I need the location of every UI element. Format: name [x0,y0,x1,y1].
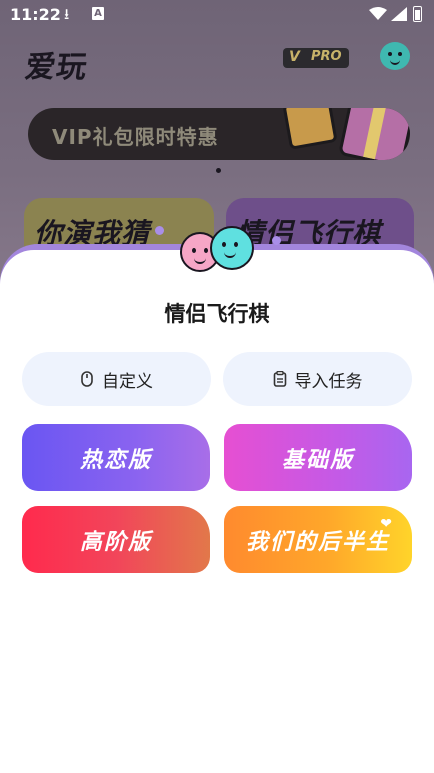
signal-icon [391,7,407,21]
import-tasks-label: 导入任务 [294,371,363,392]
download-icon: ⭳ [64,5,70,23]
battery-icon [413,6,422,22]
vip-banner-text: VIP礼包限时特惠 [52,125,219,149]
mascot-avatar-icon[interactable] [380,42,410,70]
mode-advanced-button[interactable]: 高阶版 [22,506,210,573]
heart-icon: ❤ [380,516,394,532]
notification-icon: A [92,7,104,20]
carousel-indicator [216,168,221,173]
pro-badge-text: PRO [311,49,342,64]
mode-passionate-button[interactable]: 热恋版 [22,424,210,491]
clipboard-icon [273,371,286,387]
customize-button[interactable]: 自定义 [22,352,211,406]
pro-badge[interactable]: V PRO [283,48,349,68]
import-tasks-button[interactable]: 导入任务 [223,352,412,406]
wifi-icon [369,7,387,20]
gift-box-icon [338,108,410,160]
mode-basic-button[interactable]: 基础版 [224,424,412,491]
mode-label: 基础版 [281,447,354,473]
status-time: 11:22 [10,5,61,24]
mouse-icon [81,371,93,387]
blue-mascot-icon [210,226,254,270]
vip-banner[interactable]: VIP礼包限时特惠 [28,108,410,160]
mode-label: 高阶版 [79,529,152,555]
decoration-dot [272,236,281,245]
decoration-dot [155,226,164,235]
sheet-title: 情侣飞行棋 [164,302,270,326]
gift-box-icon [282,108,338,150]
couple-mascot-icon [180,226,256,278]
mode-label: 热恋版 [79,447,152,473]
status-bar: 11:22 ⭳ A [0,0,434,30]
app-title: 爱玩 [23,50,90,85]
mode-rest-of-life-button[interactable]: 我们的后半生 ❤ [224,506,412,573]
customize-label: 自定义 [102,371,153,392]
pro-badge-mark: V [289,49,300,65]
mode-label: 我们的后半生 [245,529,390,555]
